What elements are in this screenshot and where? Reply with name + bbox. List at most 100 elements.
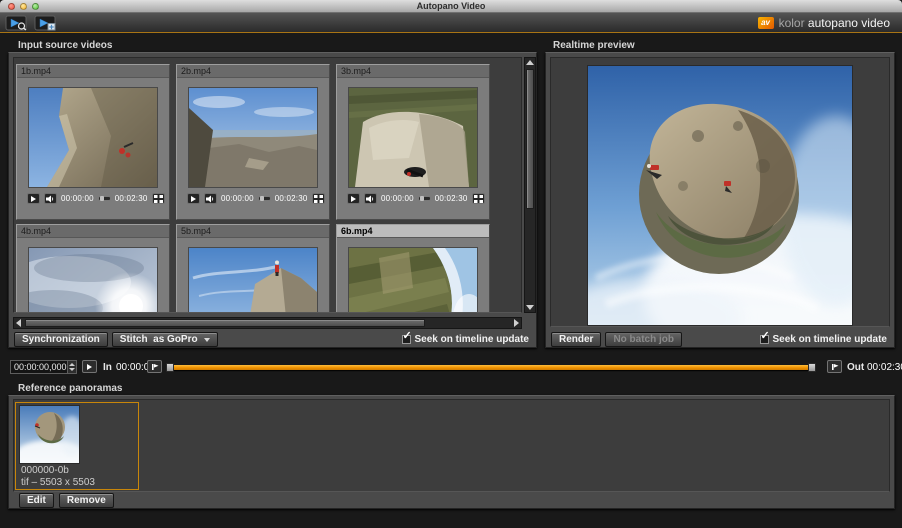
play-button[interactable] <box>187 193 200 204</box>
scroll-up-icon[interactable] <box>526 60 534 65</box>
video-grid: 1b.mp4 00:00:00 00:02:30 2b.mp4 <box>13 57 522 313</box>
video-cell-3b[interactable]: 3b.mp4 00:00:00 00:02:30 <box>336 64 490 220</box>
remove-button[interactable]: Remove <box>59 493 114 508</box>
seek-timeline-checkbox[interactable]: ✓ Seek on timeline update <box>402 334 529 345</box>
window-title: Autopano Video <box>0 0 902 13</box>
volume-slider[interactable] <box>418 196 431 201</box>
volume-slider[interactable] <box>258 196 271 201</box>
timecode-input[interactable]: 00:00:00,000 <box>10 360 77 374</box>
video-filename: 3b.mp4 <box>337 65 489 78</box>
checkbox-box: ✓ <box>760 335 769 344</box>
render-button[interactable]: Render <box>551 332 601 347</box>
timeline-bar: 00:00:00,000 In 00:00:00 Out 00:02:30 <box>0 358 902 376</box>
out-label: Out <box>847 362 864 373</box>
video-cell-5b[interactable]: 5b.mp4 <box>176 224 330 313</box>
reference-panel-footer: Edit Remove <box>19 493 114 508</box>
set-out-point-button[interactable] <box>827 360 842 373</box>
timeline-play-button[interactable] <box>82 360 97 373</box>
mute-button[interactable] <box>364 193 377 204</box>
volume-slider-nub <box>260 196 264 201</box>
timeline-out-handle[interactable] <box>808 363 816 372</box>
brand-logo: av kolor autopano video <box>758 13 890 32</box>
scroll-down-icon[interactable] <box>526 305 534 310</box>
reference-name: 000000-0b <box>21 465 69 476</box>
vertical-scrollbar-thumb[interactable] <box>526 69 534 209</box>
fullscreen-icon <box>474 191 483 206</box>
input-panel-title: Input source videos <box>18 40 112 51</box>
import-video-button[interactable] <box>34 15 59 31</box>
play-button[interactable] <box>27 193 40 204</box>
preview-panorama-image[interactable] <box>588 66 852 325</box>
preview-panel-title: Realtime preview <box>553 40 635 51</box>
video-thumbnail <box>349 88 477 187</box>
scroll-left-icon[interactable] <box>16 319 21 327</box>
stitch-button[interactable]: Stitch as GoPro <box>112 332 218 347</box>
horizontal-scrollbar-thumb[interactable] <box>25 319 425 327</box>
speaker-icon <box>206 191 215 206</box>
checkbox-box: ✓ <box>402 335 411 344</box>
play-icon <box>31 196 36 202</box>
speaker-icon <box>366 191 375 206</box>
preview-viewport <box>550 57 890 327</box>
check-icon: ✓ <box>403 329 412 342</box>
volume-slider-nub <box>100 196 104 201</box>
brand-product: autopano video <box>808 16 890 30</box>
timeline-playhead[interactable] <box>166 363 174 372</box>
kolor-badge-icon: av <box>758 17 774 29</box>
import-video-icon <box>34 19 59 34</box>
open-videos-button[interactable] <box>5 15 30 31</box>
mute-button[interactable] <box>204 193 217 204</box>
out-flag-icon <box>831 359 839 374</box>
timecode-stepper[interactable] <box>67 361 76 373</box>
video-end-time: 00:02:30 <box>115 194 148 203</box>
video-thumbnail <box>189 88 317 187</box>
volume-slider-nub <box>420 196 424 201</box>
step-up-icon[interactable] <box>69 363 75 366</box>
fullscreen-button[interactable] <box>472 193 485 204</box>
play-icon <box>87 364 92 370</box>
preview-panel-footer: Render No batch job ✓ Seek on timeline u… <box>551 331 887 347</box>
video-cell-1b[interactable]: 1b.mp4 00:00:00 00:02:30 <box>16 64 170 220</box>
horizontal-scrollbar[interactable] <box>13 317 522 329</box>
in-label: In <box>103 362 112 373</box>
toolbar: av kolor autopano video <box>0 13 902 33</box>
fullscreen-button[interactable] <box>312 193 325 204</box>
video-start-time: 00:00:00 <box>381 194 414 203</box>
vertical-scrollbar[interactable] <box>524 57 536 313</box>
video-thumbnail <box>29 88 157 187</box>
edit-button[interactable]: Edit <box>19 493 54 508</box>
video-start-time: 00:00:00 <box>61 194 94 203</box>
mute-button[interactable] <box>44 193 57 204</box>
reference-list: 000000-0b tif – 5503 x 5503 <box>13 399 890 492</box>
video-controls: 00:00:00 00:02:30 <box>27 193 163 204</box>
reference-panoramas-panel: 000000-0b tif – 5503 x 5503 Edit Remove <box>8 395 895 509</box>
video-cell-4b[interactable]: 4b.mp4 <box>16 224 170 313</box>
reference-panorama-card[interactable]: 000000-0b tif – 5503 x 5503 <box>15 402 139 490</box>
reference-panel-title: Reference panoramas <box>18 383 123 394</box>
fullscreen-button[interactable] <box>152 193 165 204</box>
synchronization-button[interactable]: Synchronization <box>14 332 108 347</box>
video-thumbnail <box>29 248 157 313</box>
fullscreen-icon <box>154 191 163 206</box>
video-end-time: 00:02:30 <box>435 194 468 203</box>
video-end-time: 00:02:30 <box>275 194 308 203</box>
video-start-time: 00:00:00 <box>221 194 254 203</box>
volume-slider[interactable] <box>98 196 111 201</box>
step-down-icon[interactable] <box>69 368 75 371</box>
video-thumbnail <box>349 248 477 313</box>
scroll-right-icon[interactable] <box>514 319 519 327</box>
video-cell-6b[interactable]: 6b.mp4 <box>336 224 490 313</box>
play-icon <box>351 196 356 202</box>
set-in-point-button[interactable] <box>147 360 162 373</box>
timeline-range-bar[interactable] <box>169 365 811 370</box>
checkbox-label: Seek on timeline update <box>773 334 887 345</box>
stitch-label: Stitch <box>120 334 148 345</box>
reference-thumbnail <box>20 406 79 463</box>
input-panel-footer: Synchronization Stitch as GoPro ✓ Seek o… <box>14 331 529 347</box>
video-cell-2b[interactable]: 2b.mp4 00:00:00 00:02:30 <box>176 64 330 220</box>
video-filename: 2b.mp4 <box>177 65 329 78</box>
seek-timeline-checkbox-preview[interactable]: ✓ Seek on timeline update <box>760 334 887 345</box>
brand-kolor: kolor <box>779 16 805 30</box>
play-button[interactable] <box>347 193 360 204</box>
timeline-track[interactable] <box>167 364 819 373</box>
